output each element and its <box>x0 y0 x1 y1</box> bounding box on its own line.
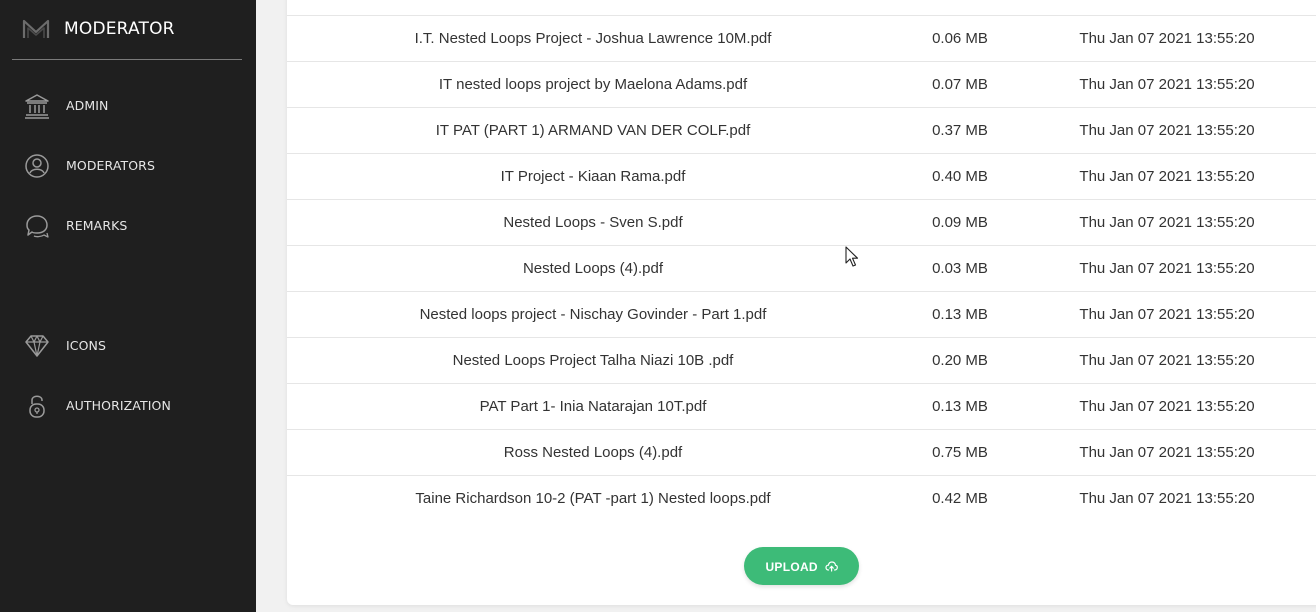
sidebar-item-remarks[interactable]: REMARKS <box>0 206 256 246</box>
file-size: 0.06 MB <box>932 30 988 47</box>
file-date: Thu Jan 07 2021 13:55:20 <box>1079 490 1255 507</box>
file-size: 0.42 MB <box>932 490 988 507</box>
file-size: 0.09 MB <box>932 214 988 231</box>
user-circle-icon <box>25 154 49 178</box>
sidebar-item-authorization[interactable]: AUTHORIZATION <box>0 386 256 426</box>
table-row[interactable]: Nested Loops - Sven S.pdf 0.09 MB Thu Ja… <box>287 200 1316 246</box>
chat-bubbles-icon <box>26 215 49 238</box>
file-date: Thu Jan 07 2021 13:55:20 <box>1079 122 1255 139</box>
diamond-icon <box>25 335 49 357</box>
upload-button[interactable]: UPLOAD <box>744 547 859 585</box>
file-date: Thu Jan 07 2021 13:55:20 <box>1079 352 1255 369</box>
file-date: Thu Jan 07 2021 13:55:20 <box>1079 214 1255 231</box>
file-date: Thu Jan 07 2021 13:55:20 <box>1079 260 1255 277</box>
sidebar-item-label: ICONS <box>66 338 107 353</box>
files-table: I.T. Nested Loops Project - Joshua Lawre… <box>287 0 1316 522</box>
file-size: 0.03 MB <box>932 260 988 277</box>
brand-name: MODERATOR <box>64 19 175 39</box>
file-date: Thu Jan 07 2021 13:55:20 <box>1079 168 1255 185</box>
app-window: MODERATOR ADMIN MODERATORS REMARKS ICONS… <box>0 0 1316 612</box>
table-row[interactable]: Ross Nested Loops (4).pdf 0.75 MB Thu Ja… <box>287 430 1316 476</box>
file-name[interactable]: Ross Nested Loops (4).pdf <box>287 430 899 476</box>
table-row[interactable]: IT PAT (PART 1) ARMAND VAN DER COLF.pdf … <box>287 108 1316 154</box>
file-size: 0.20 MB <box>932 352 988 369</box>
file-name[interactable]: Nested Loops - Sven S.pdf <box>287 200 899 246</box>
table-row[interactable]: Nested loops project - Nischay Govinder … <box>287 292 1316 338</box>
file-size: 0.13 MB <box>932 398 988 415</box>
table-row[interactable]: Nested Loops Project Talha Niazi 10B .pd… <box>287 338 1316 384</box>
file-size: 0.37 MB <box>932 122 988 139</box>
sidebar-item-label: MODERATORS <box>66 158 156 173</box>
padlock-icon <box>29 395 45 418</box>
table-row <box>287 0 1316 16</box>
bank-icon <box>25 94 49 119</box>
file-date: Thu Jan 07 2021 13:55:20 <box>1079 306 1255 323</box>
file-size: 0.07 MB <box>932 76 988 93</box>
file-name[interactable]: Nested Loops Project Talha Niazi 10B .pd… <box>287 338 899 384</box>
sidebar-item-label: AUTHORIZATION <box>66 398 171 413</box>
file-name[interactable]: Nested Loops (4).pdf <box>287 246 899 292</box>
table-row[interactable]: Nested Loops (4).pdf 0.03 MB Thu Jan 07 … <box>287 246 1316 292</box>
file-date: Thu Jan 07 2021 13:55:20 <box>1079 444 1255 461</box>
file-name[interactable]: I.T. Nested Loops Project - Joshua Lawre… <box>287 16 899 62</box>
sidebar-item-moderators[interactable]: MODERATORS <box>0 146 256 186</box>
table-row[interactable]: I.T. Nested Loops Project - Joshua Lawre… <box>287 16 1316 62</box>
sidebar: MODERATOR ADMIN MODERATORS REMARKS ICONS… <box>0 0 256 612</box>
file-date: Thu Jan 07 2021 13:55:20 <box>1079 398 1255 415</box>
brand-header[interactable]: MODERATOR <box>12 0 242 60</box>
upload-button-label: UPLOAD <box>765 559 818 574</box>
table-row[interactable]: Taine Richardson 10-2 (PAT -part 1) Nest… <box>287 476 1316 522</box>
file-size: 0.75 MB <box>932 444 988 461</box>
file-name[interactable]: Nested loops project - Nischay Govinder … <box>287 292 899 338</box>
file-name[interactable]: IT Project - Kiaan Rama.pdf <box>287 154 899 200</box>
m-logo-icon <box>22 19 50 38</box>
cloud-upload-icon <box>824 561 838 572</box>
table-row[interactable]: IT nested loops project by Maelona Adams… <box>287 62 1316 108</box>
file-name[interactable]: IT nested loops project by Maelona Adams… <box>287 62 899 108</box>
sidebar-item-admin[interactable]: ADMIN <box>0 86 256 126</box>
file-size: 0.13 MB <box>932 306 988 323</box>
table-row[interactable]: IT Project - Kiaan Rama.pdf 0.40 MB Thu … <box>287 154 1316 200</box>
file-name[interactable]: PAT Part 1- Inia Natarajan 10T.pdf <box>287 384 899 430</box>
sidebar-item-label: ADMIN <box>66 98 109 113</box>
file-date: Thu Jan 07 2021 13:55:20 <box>1079 30 1255 47</box>
mouse-pointer-icon <box>845 246 859 267</box>
file-name[interactable]: Taine Richardson 10-2 (PAT -part 1) Nest… <box>287 476 899 522</box>
file-date: Thu Jan 07 2021 13:55:20 <box>1079 76 1255 93</box>
file-size: 0.40 MB <box>932 168 988 185</box>
file-name[interactable]: IT PAT (PART 1) ARMAND VAN DER COLF.pdf <box>287 108 899 154</box>
sidebar-item-label: REMARKS <box>66 218 128 233</box>
table-row[interactable]: PAT Part 1- Inia Natarajan 10T.pdf 0.13 … <box>287 384 1316 430</box>
sidebar-item-icons[interactable]: ICONS <box>0 326 256 366</box>
